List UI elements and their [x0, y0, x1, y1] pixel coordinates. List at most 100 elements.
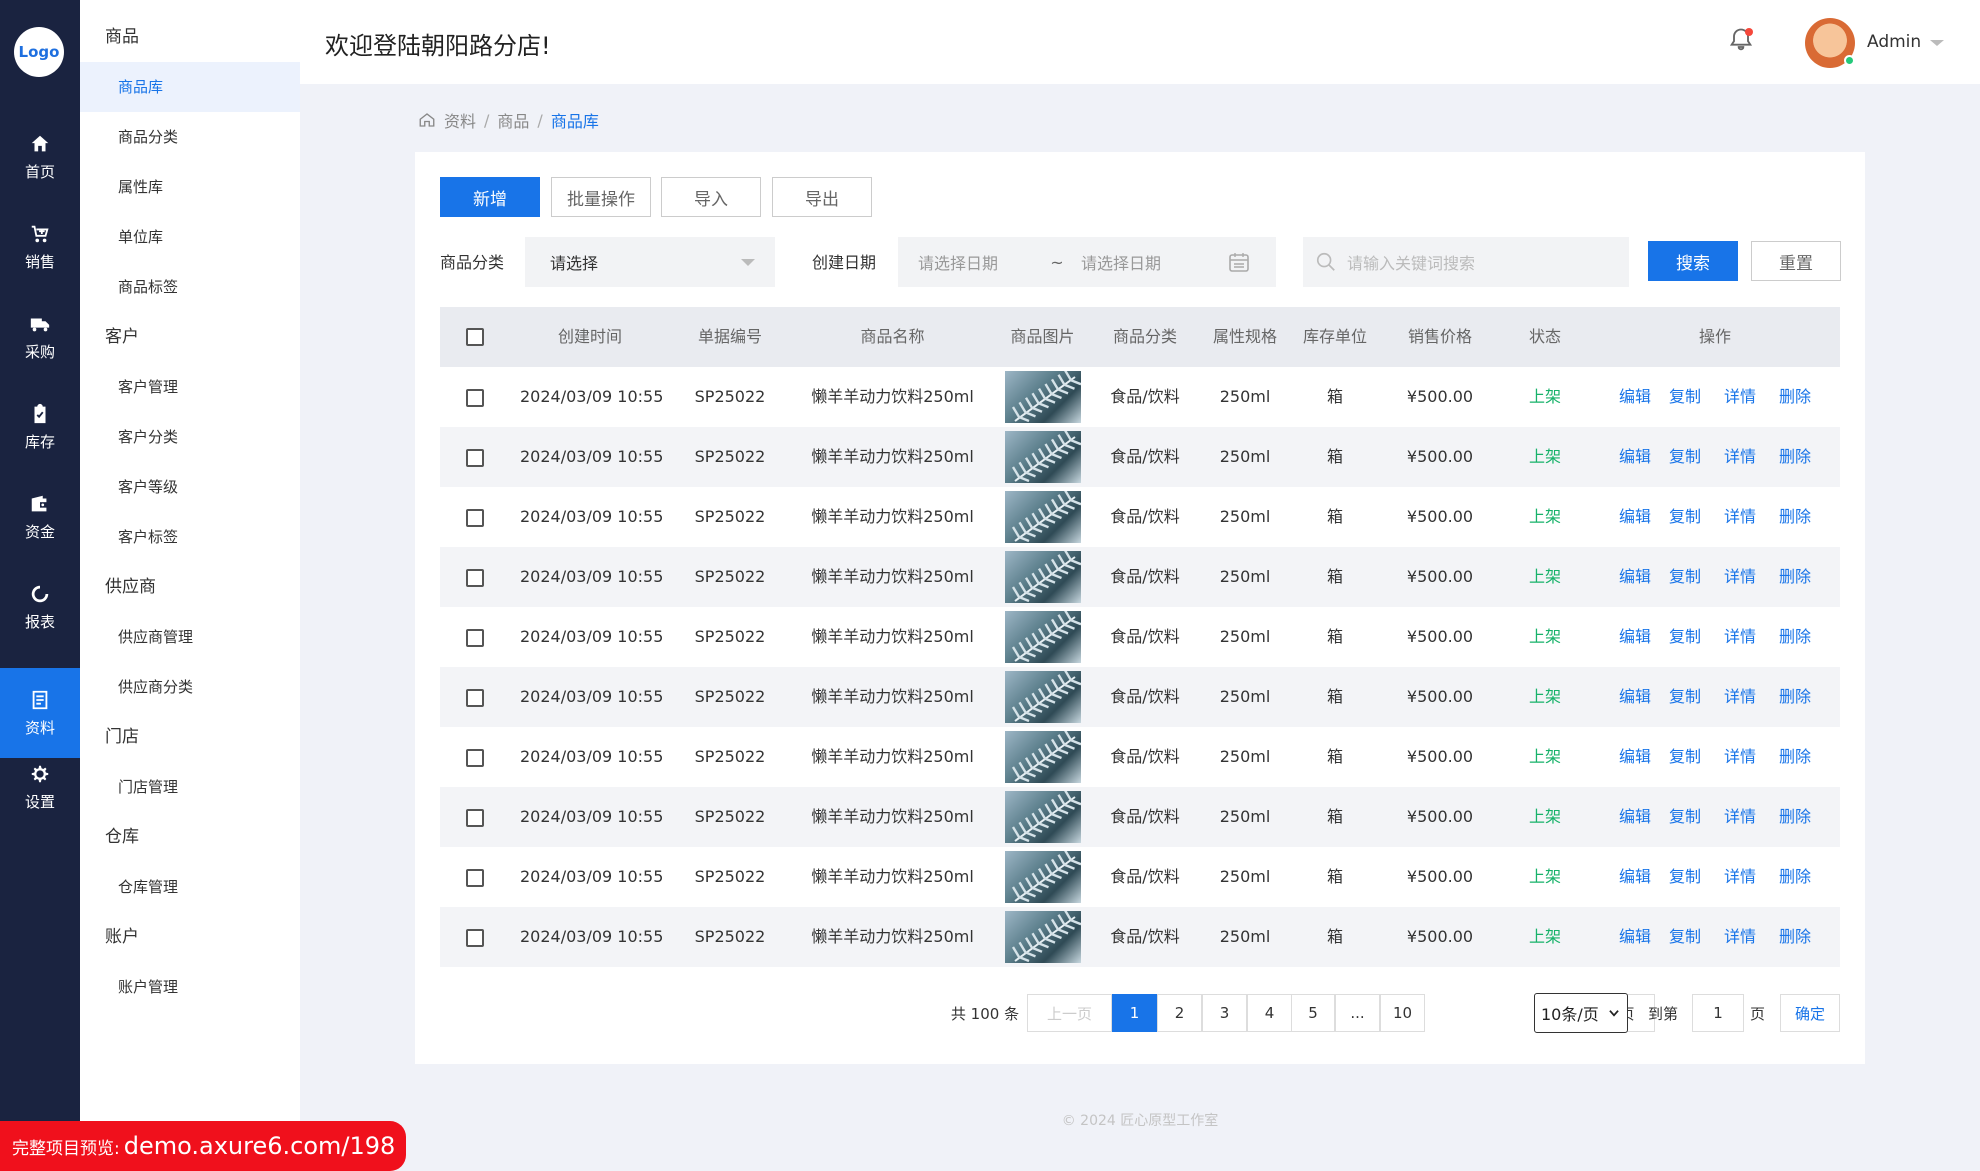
row-action-link[interactable]: 删除: [1775, 847, 1815, 907]
date-end-input[interactable]: 请选择日期: [1081, 250, 1221, 274]
page-number-button[interactable]: 3: [1202, 994, 1247, 1032]
menu-item[interactable]: 客户管理: [80, 362, 300, 412]
row-action-link[interactable]: 复制: [1665, 907, 1705, 967]
page-size-select[interactable]: 10条/页: [1534, 993, 1628, 1033]
category-select[interactable]: 请选择: [525, 237, 775, 287]
search-button[interactable]: 搜索: [1648, 241, 1738, 281]
row-action-link[interactable]: 详情: [1720, 547, 1760, 607]
row-action-link[interactable]: 编辑: [1615, 907, 1655, 967]
nav-item[interactable]: 设置: [0, 742, 80, 832]
home-icon[interactable]: [418, 111, 436, 129]
import-button[interactable]: 导入: [661, 177, 761, 217]
goto-page-input[interactable]: 1: [1692, 994, 1744, 1032]
row-action-link[interactable]: 详情: [1720, 907, 1760, 967]
add-button[interactable]: 新增: [440, 177, 540, 217]
notification-bell-icon[interactable]: [1727, 26, 1755, 54]
menu-item[interactable]: 商品库: [80, 62, 300, 112]
row-checkbox[interactable]: [466, 929, 484, 947]
page-number-button[interactable]: 10: [1380, 994, 1425, 1032]
row-action-link[interactable]: 详情: [1720, 427, 1760, 487]
calendar-icon[interactable]: [1227, 250, 1251, 274]
row-checkbox[interactable]: [466, 869, 484, 887]
row-action-link[interactable]: 编辑: [1615, 727, 1655, 787]
row-action-link[interactable]: 删除: [1775, 547, 1815, 607]
row-checkbox[interactable]: [466, 569, 484, 587]
row-action-link[interactable]: 复制: [1665, 787, 1705, 847]
row-checkbox[interactable]: [466, 689, 484, 707]
menu-item[interactable]: 门店管理: [80, 762, 300, 812]
row-action-link[interactable]: 详情: [1720, 847, 1760, 907]
row-action-link[interactable]: 详情: [1720, 667, 1760, 727]
row-action-link[interactable]: 复制: [1665, 847, 1705, 907]
row-action-link[interactable]: 删除: [1775, 487, 1815, 547]
row-checkbox[interactable]: [466, 809, 484, 827]
menu-item[interactable]: 客户等级: [80, 462, 300, 512]
page-number-button[interactable]: 1: [1112, 994, 1157, 1032]
row-checkbox[interactable]: [466, 389, 484, 407]
prev-page-button[interactable]: 上一页: [1027, 994, 1112, 1032]
menu-item[interactable]: 供应商分类: [80, 662, 300, 712]
row-action-link[interactable]: 编辑: [1615, 607, 1655, 667]
user-menu-chevron-down-icon[interactable]: [1930, 40, 1944, 46]
menu-item[interactable]: 仓库管理: [80, 862, 300, 912]
row-action-link[interactable]: 编辑: [1615, 667, 1655, 727]
nav-item[interactable]: 销售: [0, 202, 80, 292]
row-action-link[interactable]: 编辑: [1615, 487, 1655, 547]
promo-banner[interactable]: 完整项目预览: demo.axure6.com/198: [0, 1121, 406, 1171]
nav-item[interactable]: 资金: [0, 472, 80, 562]
nav-item[interactable]: 首页: [0, 112, 80, 202]
row-action-link[interactable]: 编辑: [1615, 547, 1655, 607]
row-action-link[interactable]: 复制: [1665, 487, 1705, 547]
nav-item[interactable]: 报表: [0, 562, 80, 652]
row-action-link[interactable]: 编辑: [1615, 847, 1655, 907]
page-number-button[interactable]: 5: [1291, 994, 1335, 1032]
menu-item[interactable]: 供应商管理: [80, 612, 300, 662]
row-action-link[interactable]: 详情: [1720, 607, 1760, 667]
date-range-picker[interactable]: 请选择日期 ~ 请选择日期: [898, 237, 1276, 287]
menu-item[interactable]: 商品分类: [80, 112, 300, 162]
row-checkbox[interactable]: [466, 449, 484, 467]
row-action-link[interactable]: 详情: [1720, 487, 1760, 547]
menu-item[interactable]: 单位库: [80, 212, 300, 262]
row-action-link[interactable]: 复制: [1665, 367, 1705, 427]
row-action-link[interactable]: 详情: [1720, 727, 1760, 787]
menu-item[interactable]: 账户管理: [80, 962, 300, 1012]
row-checkbox[interactable]: [466, 749, 484, 767]
page-number-button[interactable]: 2: [1157, 994, 1202, 1032]
breadcrumb-item[interactable]: 资料: [444, 108, 476, 132]
row-action-link[interactable]: 删除: [1775, 727, 1815, 787]
nav-item[interactable]: 库存: [0, 382, 80, 472]
row-action-link[interactable]: 编辑: [1615, 787, 1655, 847]
nav-item[interactable]: 采购: [0, 292, 80, 382]
row-action-link[interactable]: 复制: [1665, 427, 1705, 487]
page-number-button[interactable]: 4: [1247, 994, 1292, 1032]
row-action-link[interactable]: 复制: [1665, 667, 1705, 727]
export-button[interactable]: 导出: [772, 177, 872, 217]
date-start-input[interactable]: 请选择日期: [918, 250, 1033, 274]
row-action-link[interactable]: 删除: [1775, 367, 1815, 427]
row-action-link[interactable]: 删除: [1775, 607, 1815, 667]
row-action-link[interactable]: 详情: [1720, 787, 1760, 847]
row-checkbox[interactable]: [466, 629, 484, 647]
row-action-link[interactable]: 复制: [1665, 547, 1705, 607]
row-action-link[interactable]: 编辑: [1615, 427, 1655, 487]
row-action-link[interactable]: 复制: [1665, 607, 1705, 667]
select-all-checkbox[interactable]: [466, 328, 484, 346]
goto-confirm-button[interactable]: 确定: [1780, 994, 1840, 1032]
menu-item[interactable]: 客户分类: [80, 412, 300, 462]
avatar[interactable]: [1805, 18, 1855, 68]
menu-item[interactable]: 属性库: [80, 162, 300, 212]
row-checkbox[interactable]: [466, 509, 484, 527]
reset-button[interactable]: 重置: [1751, 241, 1841, 281]
batch-operation-button[interactable]: 批量操作: [551, 177, 651, 217]
row-action-link[interactable]: 删除: [1775, 427, 1815, 487]
row-action-link[interactable]: 删除: [1775, 667, 1815, 727]
keyword-search-field[interactable]: 请输入关键词搜索: [1303, 237, 1629, 287]
user-name[interactable]: Admin: [1867, 32, 1921, 52]
row-action-link[interactable]: 删除: [1775, 787, 1815, 847]
menu-item[interactable]: 商品标签: [80, 262, 300, 312]
breadcrumb-item[interactable]: 商品: [497, 108, 529, 132]
row-action-link[interactable]: 复制: [1665, 727, 1705, 787]
menu-item[interactable]: 客户标签: [80, 512, 300, 562]
row-action-link[interactable]: 详情: [1720, 367, 1760, 427]
